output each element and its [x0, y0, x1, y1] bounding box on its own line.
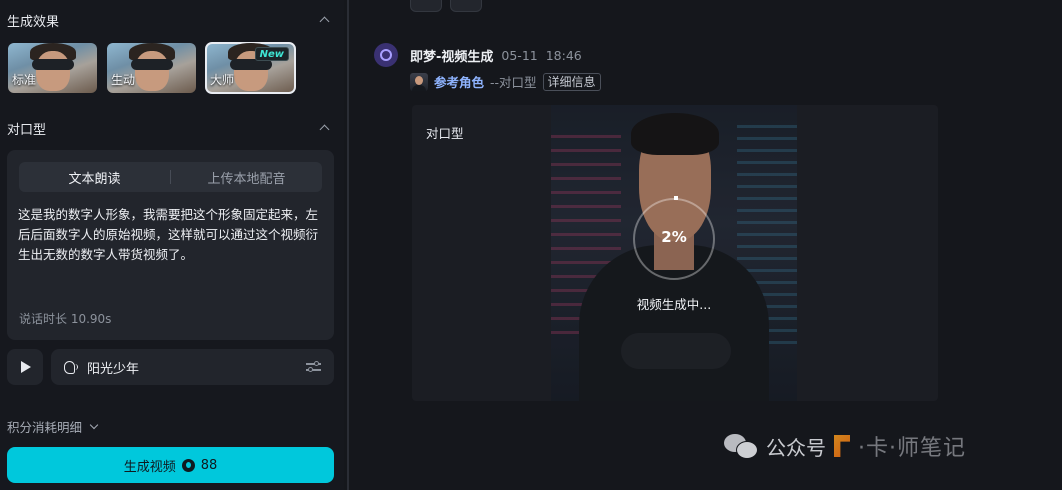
thumb-art	[36, 51, 70, 91]
play-button[interactable]	[7, 349, 43, 385]
input-mode-tabs: 文本朗读 上传本地配音	[19, 162, 322, 192]
wechat-icon	[724, 432, 758, 460]
left-panel: 生成效果 标准 生动 New 大师 对口型 文本朗读 上传本地配音 这是我的数字…	[0, 0, 344, 490]
script-textarea[interactable]: 这是我的数字人形象，我需要把这个形象固定起来，左后后面数字人的原始视频，这样就可…	[18, 205, 324, 265]
effect-options: 标准 生动 New 大师	[8, 42, 296, 94]
generate-button-label: 生成视频	[123, 459, 176, 475]
effect-option-label: 大师	[210, 73, 235, 87]
generation-status: 视频生成中...	[636, 297, 712, 312]
reference-label[interactable]: 参考角色	[434, 72, 484, 91]
thumb-art	[32, 59, 74, 70]
mouth-section-title: 对口型	[7, 122, 47, 138]
credit-coin-icon	[181, 458, 195, 472]
watermark-text: 公众号	[766, 435, 826, 460]
lip-sync-card: 文本朗读 上传本地配音 这是我的数字人形象，我需要把这个形象固定起来，左后后面数…	[7, 150, 334, 340]
tab-upload-audio[interactable]: 上传本地配音	[171, 168, 322, 187]
message-date: 05-11	[501, 48, 538, 63]
voice-icon	[63, 359, 79, 375]
new-badge: New	[254, 47, 289, 61]
thumb-art	[131, 59, 173, 70]
reference-row: 参考角色 --对口型 详细信息	[410, 72, 601, 91]
effect-option-vivid[interactable]: 生动	[107, 43, 196, 93]
chevron-up-icon[interactable]	[319, 15, 329, 25]
credits-detail-toggle[interactable]: 积分消耗明细	[7, 417, 99, 436]
watermark: 公众号 ·卡·师笔记	[724, 430, 966, 462]
effect-section-header[interactable]: 生成效果	[7, 10, 329, 30]
feed-action-button[interactable]	[450, 0, 482, 12]
reference-avatar[interactable]	[410, 72, 428, 91]
effect-option-master[interactable]: New 大师	[205, 42, 296, 94]
voice-selector[interactable]: 阳光少年	[51, 349, 334, 385]
mouth-section-header[interactable]: 对口型	[7, 118, 329, 138]
sliders-icon[interactable]	[306, 360, 322, 374]
message-header: 即梦-视频生成 05-11 18:46	[410, 46, 582, 65]
effect-option-label: 生动	[111, 73, 136, 87]
chevron-down-icon	[90, 422, 99, 431]
result-card-label: 对口型	[426, 126, 464, 141]
feed-action-button[interactable]	[410, 0, 442, 12]
effect-option-label: 标准	[12, 73, 37, 87]
message-time: 18:46	[545, 48, 582, 63]
chevron-up-icon[interactable]	[319, 123, 329, 133]
reference-type: --对口型	[490, 75, 537, 90]
generate-cost: 88	[200, 457, 218, 473]
generate-video-button[interactable]: 生成视频 88	[7, 447, 334, 483]
app-avatar-icon	[374, 43, 398, 67]
details-button[interactable]: 详细信息	[542, 72, 601, 91]
speech-duration: 说话时长 10.90s	[19, 312, 112, 326]
brand-mark-icon	[834, 435, 850, 457]
watermark-tail: ·卡·师笔记	[858, 436, 966, 461]
progress-indicator	[674, 196, 678, 200]
credits-label: 积分消耗明细	[7, 420, 83, 435]
message-title: 即梦-视频生成	[410, 50, 494, 65]
thumb-art	[135, 51, 169, 91]
voice-name: 阳光少年	[87, 361, 140, 377]
progress-percent: 2%	[661, 228, 687, 246]
effect-option-standard[interactable]: 标准	[8, 43, 97, 93]
tab-text-reading[interactable]: 文本朗读	[19, 168, 170, 187]
effect-section-title: 生成效果	[7, 14, 60, 30]
